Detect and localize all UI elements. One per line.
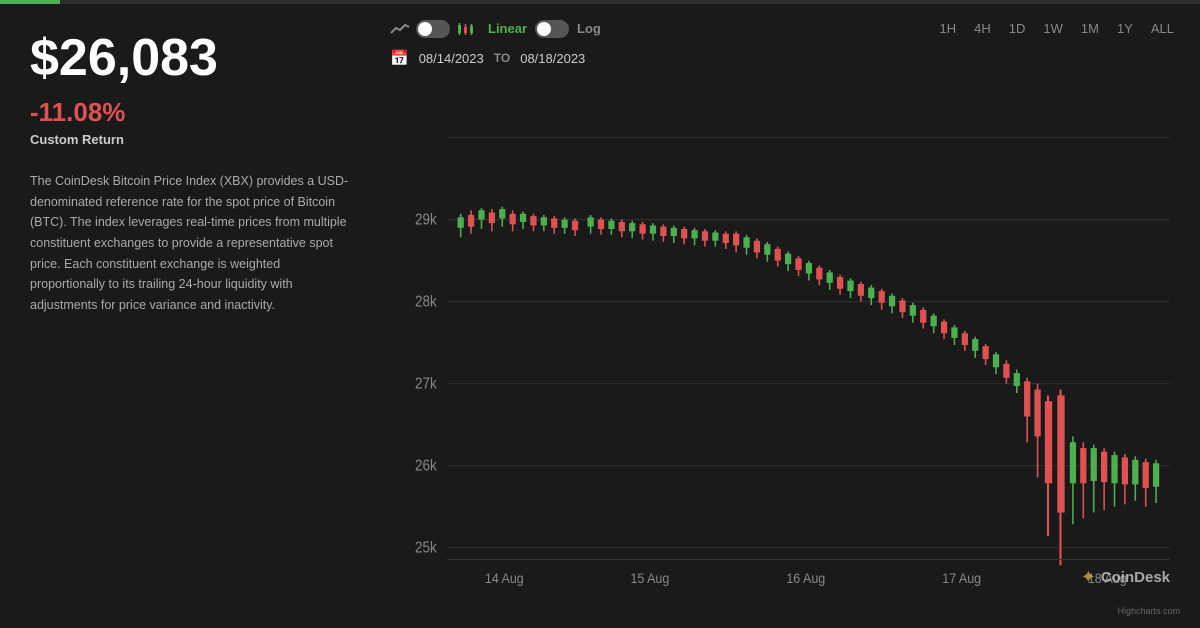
index-description: The CoinDesk Bitcoin Price Index (XBX) p… xyxy=(30,171,350,315)
linear-label: Linear xyxy=(488,21,527,36)
candlestick-chart-icon[interactable] xyxy=(456,22,474,36)
date-to-label: TO xyxy=(494,51,510,65)
svg-text:16 Aug: 16 Aug xyxy=(786,570,825,586)
tf-1d[interactable]: 1D xyxy=(1003,18,1032,39)
date-from: 08/14/2023 xyxy=(419,51,484,66)
coindesk-logo-icon: ✦ xyxy=(1081,567,1096,588)
svg-text:26k: 26k xyxy=(415,458,438,475)
svg-text:25k: 25k xyxy=(415,540,438,557)
scale-toggle[interactable] xyxy=(535,20,569,38)
date-range: 📅 08/14/2023 TO 08/18/2023 xyxy=(390,49,1180,67)
coindesk-watermark: ✦ CoinDesk xyxy=(1081,567,1170,588)
chart-type-icons xyxy=(390,20,474,38)
calendar-icon: 📅 xyxy=(390,49,409,67)
return-label: Custom Return xyxy=(30,132,350,147)
tf-4h[interactable]: 4H xyxy=(968,18,997,39)
tf-1m[interactable]: 1M xyxy=(1075,18,1105,39)
return-percentage: -11.08% xyxy=(30,97,350,128)
svg-text:14 Aug: 14 Aug xyxy=(485,570,524,586)
log-label: Log xyxy=(577,21,601,36)
tf-1w[interactable]: 1W xyxy=(1037,18,1069,39)
price-display: $26,083 xyxy=(30,30,350,87)
svg-text:15 Aug: 15 Aug xyxy=(630,570,669,586)
chart-type-toggle[interactable] xyxy=(416,20,450,38)
svg-text:28k: 28k xyxy=(415,294,438,311)
svg-text:17 Aug: 17 Aug xyxy=(942,570,981,586)
line-chart-icon[interactable] xyxy=(390,22,410,36)
scale-toggle-group: Linear Log xyxy=(488,20,601,38)
svg-text:29k: 29k xyxy=(415,212,438,229)
tf-all[interactable]: ALL xyxy=(1145,18,1180,39)
chart-controls: Linear Log 1H 4H 1D 1W 1M 1Y ALL xyxy=(390,18,1180,39)
date-to: 08/18/2023 xyxy=(520,51,585,66)
highcharts-credit: Highcharts.com xyxy=(1117,606,1180,616)
coindesk-name: CoinDesk xyxy=(1101,569,1170,586)
svg-text:27k: 27k xyxy=(415,376,438,393)
tf-1y[interactable]: 1Y xyxy=(1111,18,1139,39)
timeframe-buttons: 1H 4H 1D 1W 1M 1Y ALL xyxy=(934,18,1180,39)
chart-area: 25k 26k 27k 28k 29k 14 Aug 15 Aug 16 Aug… xyxy=(390,79,1180,618)
tf-1h[interactable]: 1H xyxy=(934,18,963,39)
